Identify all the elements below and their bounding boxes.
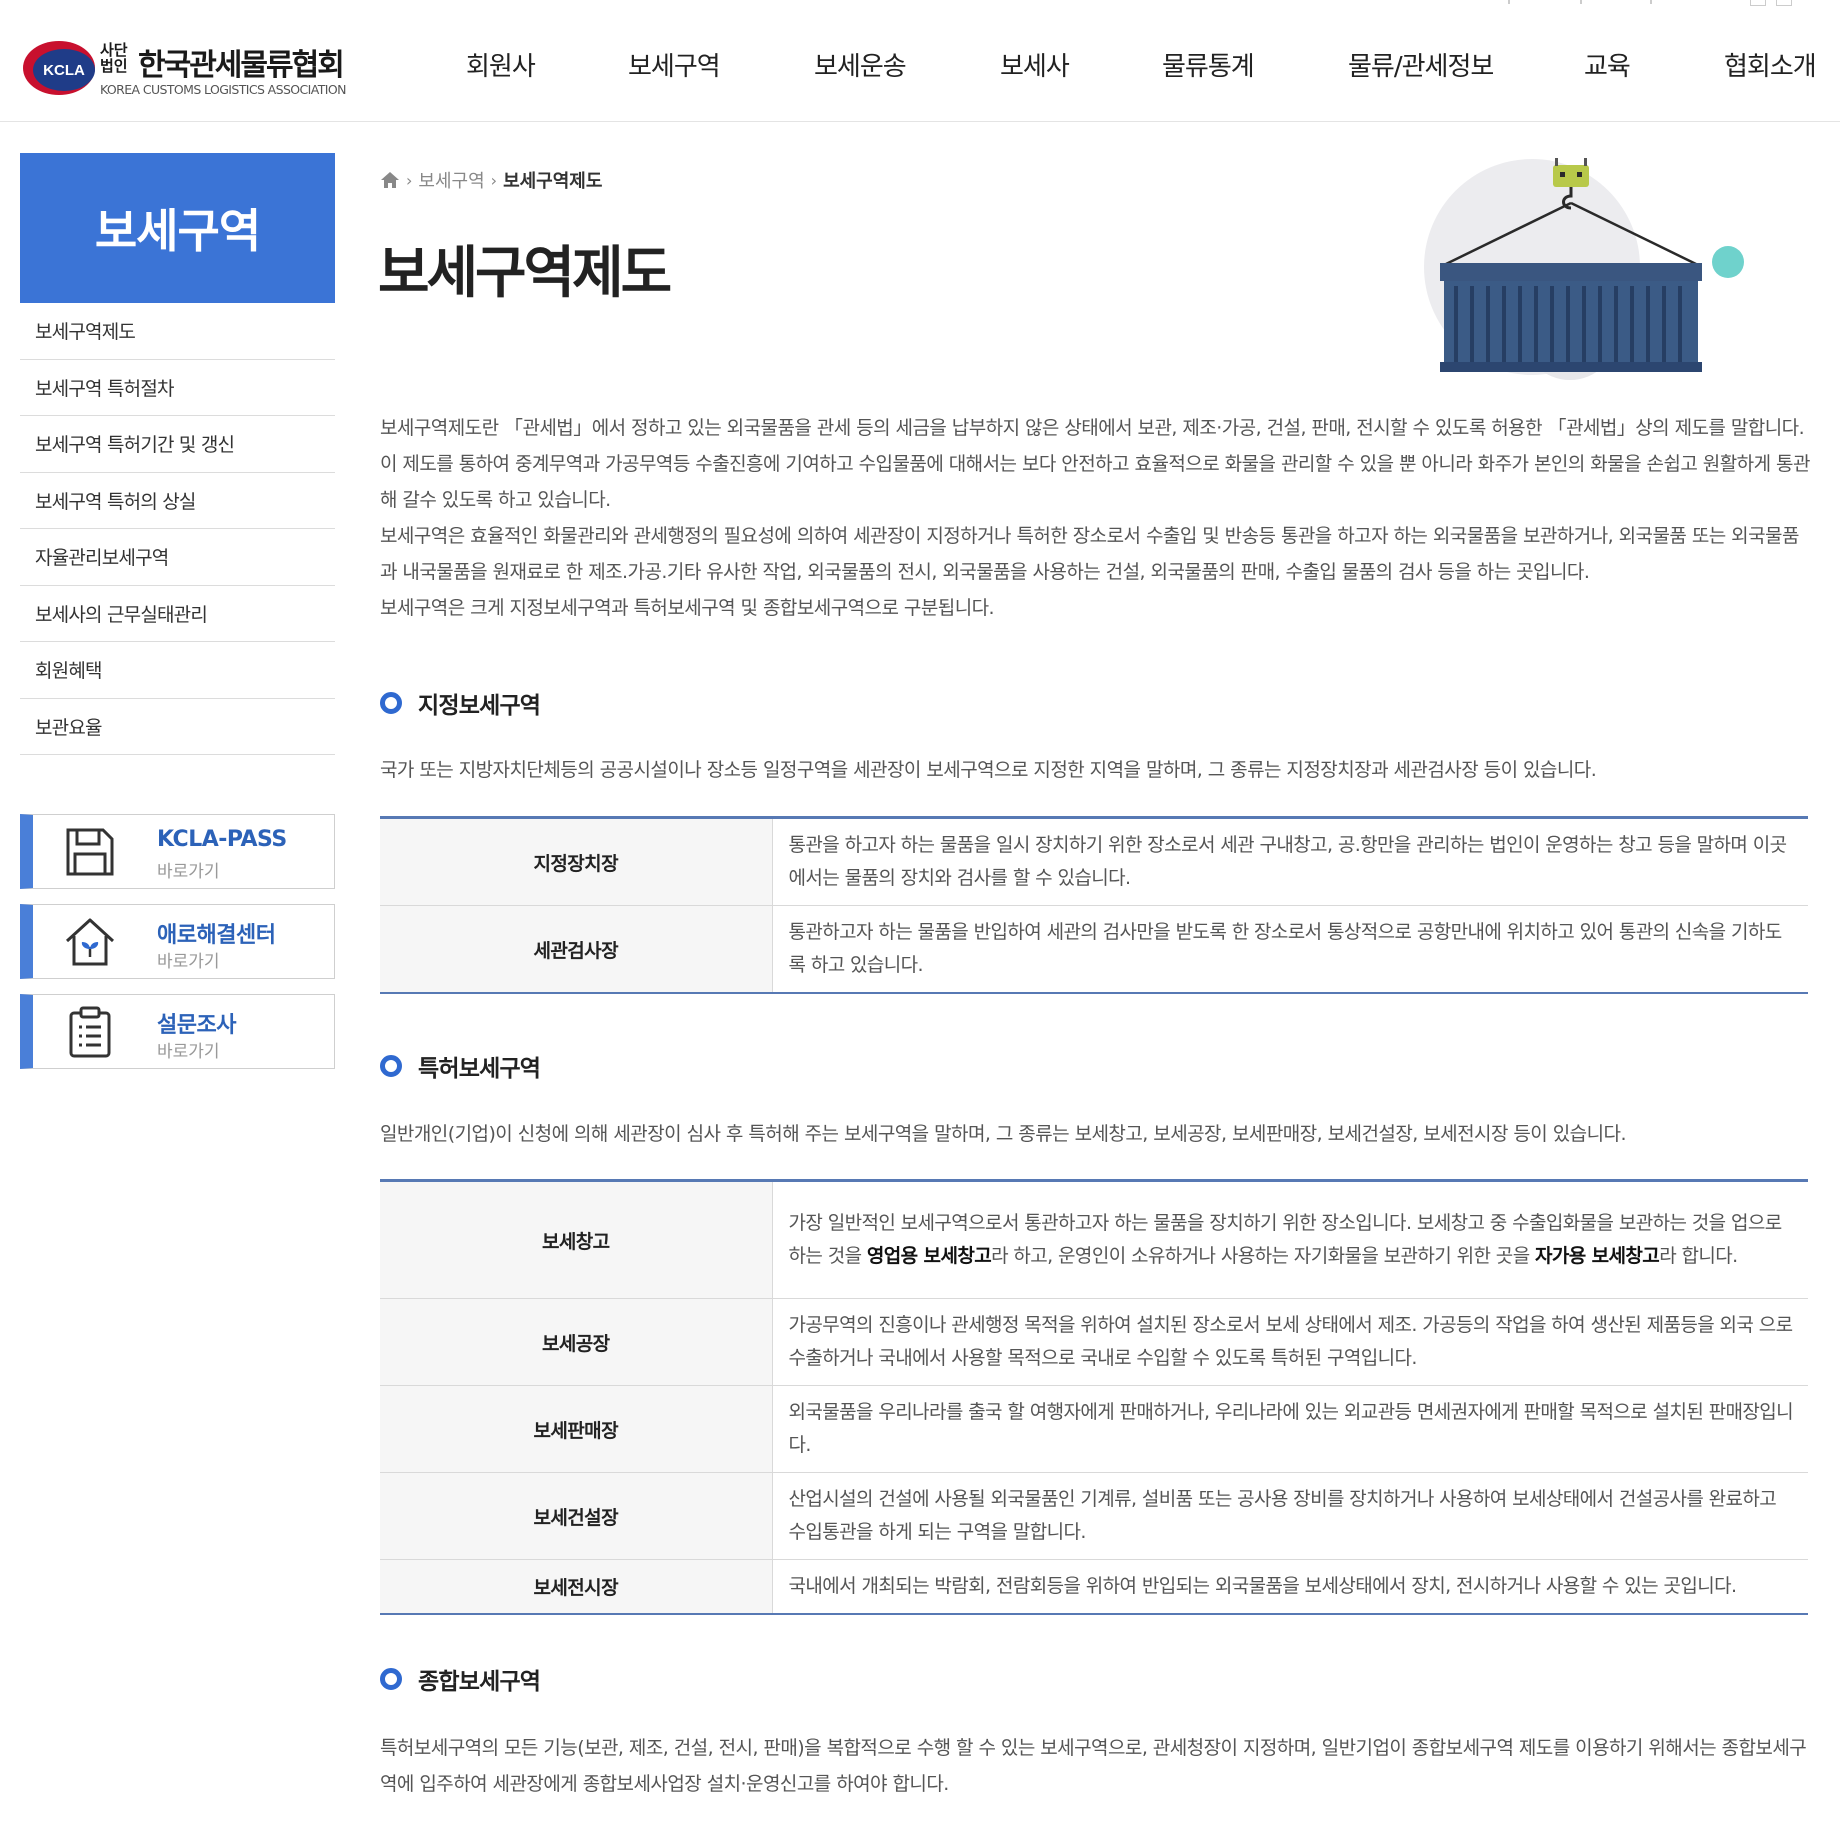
table-cell: 산업시설의 건설에 사용될 외국물품인 기계류, 설비품 또는 공사용 장비를 … bbox=[772, 1472, 1808, 1560]
page-title: 보세구역제도 bbox=[378, 241, 672, 306]
sidebar-item-storage-rates[interactable]: 보관요율 bbox=[20, 699, 335, 755]
quick-link-survey[interactable]: 설문조사 바로가기 bbox=[20, 994, 335, 1069]
table-row: 세관검사장 통관하고자 하는 물품을 반입하여 세관의 검사만을 받도록 한 장… bbox=[380, 905, 1808, 993]
top-utility-bar bbox=[1460, 0, 1810, 8]
nav-bonded-officer[interactable]: 보세사 bbox=[1000, 46, 1070, 83]
intro-paragraph: 보세구역은 크게 지정보세구역과 특허보세구역 및 종합보세구역으로 구분됩니다… bbox=[380, 597, 995, 619]
sidebar-item-member-benefits[interactable]: 회원혜택 bbox=[20, 642, 335, 699]
logo-name-english: KOREA CUSTOMS LOGISTICS ASSOCIATION bbox=[100, 82, 346, 97]
table-row-header: 보세공장 bbox=[380, 1298, 773, 1386]
breadcrumb-current: 보세구역제도 bbox=[503, 171, 603, 192]
section-heading-designated: 지정보세구역 bbox=[380, 688, 541, 719]
section-heading-patented: 특허보세구역 bbox=[380, 1051, 541, 1082]
nav-members[interactable]: 회원사 bbox=[466, 46, 536, 83]
sidebar-item-patent-procedure[interactable]: 보세구역 특허절차 bbox=[20, 360, 335, 416]
table-row-header: 세관검사장 bbox=[380, 905, 773, 993]
table-row: 보세공장 가공무역의 진흥이나 관세행정 목적을 위하여 설치된 장소로서 보세… bbox=[380, 1298, 1808, 1386]
table-row: 지정장치장 통관을 하고자 하는 물품을 일시 장치하기 위한 장소로서 세관 … bbox=[380, 817, 1808, 906]
sidebar-title: 보세구역 bbox=[20, 153, 335, 303]
cell-text: 라 하고, 운영인이 소유하거나 사용하는 자기화물을 보관하기 위한 곳을 bbox=[991, 1245, 1536, 1267]
section-description: 국가 또는 지방자치단체등의 공공시설이나 장소등 일정구역을 세관장이 보세구… bbox=[380, 759, 1597, 781]
quick-link-support-center[interactable]: 애로해결센터 바로가기 bbox=[20, 904, 335, 979]
sidebar-item-self-managed[interactable]: 자율관리보세구역 bbox=[20, 529, 335, 586]
table-row-header: 보세건설장 bbox=[380, 1472, 773, 1560]
floppy-disk-icon bbox=[66, 828, 114, 876]
intro-paragraph: 보세구역제도란 「관세법」에서 정하고 있는 외국물품을 관세 등의 세금을 납… bbox=[380, 417, 1810, 511]
quick-link-subtitle: 바로가기 bbox=[157, 1042, 220, 1062]
section-heading-integrated: 종합보세구역 bbox=[380, 1664, 541, 1695]
kcla-emblem-icon: KCLA bbox=[23, 41, 95, 95]
sidebar-menu: 보세구역제도 보세구역 특허절차 보세구역 특허기간 및 갱신 보세구역 특허의… bbox=[20, 303, 335, 755]
patented-area-table: 보세창고 가장 일반적인 보세구역으로서 통관하고자 하는 물품을 장치하기 위… bbox=[380, 1179, 1808, 1615]
table-row: 보세전시장 국내에서 개최되는 박람회, 전람회등을 위하여 반입되는 외국물품… bbox=[380, 1559, 1808, 1614]
logo-name-korean: 한국관세물류협회 bbox=[138, 48, 345, 83]
table-cell: 가장 일반적인 보세구역으로서 통관하고자 하는 물품을 장치하기 위한 장소입… bbox=[772, 1181, 1808, 1299]
quick-link-title: KCLA-PASS bbox=[157, 827, 287, 852]
nav-logistics-customs-info[interactable]: 물류/관세정보 bbox=[1348, 46, 1494, 83]
nav-bonded-transport[interactable]: 보세운송 bbox=[814, 46, 907, 83]
nav-education[interactable]: 교육 bbox=[1584, 46, 1631, 83]
table-row-header: 지정장치장 bbox=[380, 817, 773, 906]
table-cell: 통관을 하고자 하는 물품을 일시 장치하기 위한 장소로서 세관 구내창고, … bbox=[788, 834, 1788, 889]
quick-link-kcla-pass[interactable]: KCLA-PASS 바로가기 bbox=[20, 814, 335, 889]
home-icon[interactable] bbox=[380, 171, 400, 189]
chevron-right-icon: › bbox=[490, 170, 498, 190]
house-sprout-icon bbox=[65, 918, 115, 966]
section-title: 종합보세구역 bbox=[418, 1669, 541, 1695]
site-logo[interactable]: KCLA 사단법인 한국관세물류협회 KOREA CUSTOMS LOGISTI… bbox=[22, 38, 362, 100]
circle-bullet-icon bbox=[380, 692, 402, 714]
intro-paragraph: 보세구역은 효율적인 화물관리와 관세행정의 필요성에 의하여 세관장이 지정하… bbox=[380, 525, 1799, 583]
section-title: 특허보세구역 bbox=[418, 1056, 541, 1082]
quick-link-subtitle: 바로가기 bbox=[157, 952, 220, 972]
table-row-header: 보세전시장 bbox=[380, 1559, 773, 1614]
cell-emphasis: 영업용 보세창고 bbox=[866, 1245, 992, 1267]
circle-bullet-icon bbox=[380, 1055, 402, 1077]
quick-link-title: 애로해결센터 bbox=[157, 923, 276, 948]
chevron-right-icon: › bbox=[406, 170, 413, 190]
table-row: 보세판매장 외국물품을 우리나라를 출국 할 여행자에게 판매하거나, 우리나라… bbox=[380, 1385, 1808, 1473]
container-crane-illustration bbox=[1424, 158, 1744, 380]
nav-about[interactable]: 협회소개 bbox=[1724, 46, 1817, 83]
logo-corporation-label: 사단법인 bbox=[100, 41, 128, 75]
section-description: 일반개인(기업)이 신청에 의해 세관장이 심사 후 특허해 주는 보세구역을 … bbox=[380, 1123, 1626, 1145]
breadcrumb-level1[interactable]: 보세구역 bbox=[418, 167, 484, 193]
table-row-header: 보세판매장 bbox=[380, 1385, 773, 1473]
svg-text:KCLA: KCLA bbox=[43, 62, 85, 79]
table-row: 보세건설장 산업시설의 건설에 사용될 외국물품인 기계류, 설비품 또는 공사… bbox=[380, 1472, 1808, 1560]
sidebar-item-patent-period[interactable]: 보세구역 특허기간 및 갱신 bbox=[20, 416, 335, 473]
site-header: KCLA 사단법인 한국관세물류협회 KOREA CUSTOMS LOGISTI… bbox=[0, 0, 1840, 122]
main-navigation: 회원사 보세구역 보세운송 보세사 물류통계 물류/관세정보 교육 협회소개 bbox=[440, 46, 1840, 86]
intro-text: 보세구역제도란 「관세법」에서 정하고 있는 외국물품을 관세 등의 세금을 납… bbox=[380, 410, 1812, 626]
breadcrumb: › 보세구역 › 보세구역제도 bbox=[380, 168, 602, 192]
quick-link-subtitle: 바로가기 bbox=[157, 862, 220, 882]
circle-bullet-icon bbox=[380, 1668, 402, 1690]
table-row-header: 보세창고 bbox=[380, 1180, 773, 1299]
cell-text: 라 합니다. bbox=[1659, 1245, 1738, 1267]
sidebar-item-patent-loss[interactable]: 보세구역 특허의 상실 bbox=[20, 473, 335, 529]
nav-bonded-area[interactable]: 보세구역 bbox=[628, 46, 721, 83]
clipboard-icon bbox=[69, 1006, 111, 1058]
table-cell: 가공무역의 진흥이나 관세행정 목적을 위하여 설치된 장소로서 보세 상태에서… bbox=[772, 1298, 1808, 1386]
table-cell: 국내에서 개최되는 박람회, 전람회등을 위하여 반입되는 외국물품을 보세상태… bbox=[772, 1559, 1808, 1614]
section-description: 특허보세구역의 모든 기능(보관, 제조, 건설, 전시, 판매)을 복합적으로… bbox=[380, 1737, 1807, 1795]
nav-logistics-stats[interactable]: 물류통계 bbox=[1162, 46, 1255, 83]
cell-emphasis: 자가용 보세창고 bbox=[1535, 1245, 1660, 1267]
designated-area-table: 지정장치장 통관을 하고자 하는 물품을 일시 장치하기 위한 장소로서 세관 … bbox=[380, 816, 1808, 994]
sidebar-item-bonded-system[interactable]: 보세구역제도 bbox=[20, 303, 335, 360]
table-cell: 통관하고자 하는 물품을 반입하여 세관의 검사만을 받도록 한 장소로서 통상… bbox=[772, 905, 1808, 993]
quick-link-title: 설문조사 bbox=[157, 1013, 236, 1038]
section-title: 지정보세구역 bbox=[418, 693, 541, 719]
table-cell: 외국물품을 우리나라를 출국 할 여행자에게 판매하거나, 우리나라에 있는 외… bbox=[772, 1385, 1808, 1473]
table-row: 보세창고 가장 일반적인 보세구역으로서 통관하고자 하는 물품을 장치하기 위… bbox=[380, 1180, 1808, 1299]
sidebar-item-officer-management[interactable]: 보세사의 근무실태관리 bbox=[20, 586, 335, 642]
